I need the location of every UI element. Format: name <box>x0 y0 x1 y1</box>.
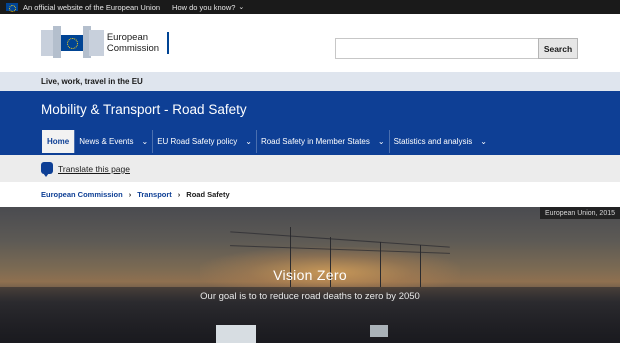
nav-item-home[interactable]: Home <box>42 130 75 153</box>
nav-item-statistics-analysis[interactable]: Statistics and analysis ⌄ <box>388 130 491 153</box>
nav-item-label: Statistics and analysis <box>393 137 473 146</box>
site-title-bar: Mobility & Transport - Road Safety Home … <box>0 91 620 155</box>
official-website-text: An official website of the European Unio… <box>23 2 161 12</box>
nav-item-label: Home <box>47 137 70 146</box>
nav-item-label: Road Safety in Member States <box>260 137 370 146</box>
chevron-down-icon: ⌄ <box>480 137 487 146</box>
logo-text: European Commission <box>107 32 159 54</box>
speech-bubble-icon <box>41 162 53 177</box>
how-do-you-know-label: How do you know? <box>172 2 236 12</box>
site-header: European Commission Search <box>0 14 620 72</box>
breadcrumb: European Commission › Transport › Road S… <box>0 182 620 207</box>
nav-item-eu-road-safety-policy[interactable]: EU Road Safety policy ⌄ <box>152 130 256 153</box>
translate-page-link[interactable]: Translate this page <box>58 164 130 174</box>
breadcrumb-transport[interactable]: Transport <box>137 190 172 199</box>
nav-item-road-safety-member-states[interactable]: Road Safety in Member States ⌄ <box>255 130 389 153</box>
logo-line-european: European <box>106 32 149 43</box>
nav-item-news-events[interactable]: News & Events ⌄ <box>74 130 152 153</box>
logo-divider <box>167 32 169 54</box>
nav-item-label: EU Road Safety policy <box>157 137 238 146</box>
chevron-down-icon: ⌄ <box>377 137 385 146</box>
hero-subtitle: Our goal is to to reduce road deaths to … <box>200 291 420 302</box>
chevron-right-icon: › <box>128 190 132 199</box>
hero-title: Vision Zero <box>273 267 347 283</box>
chevron-down-icon: ⌄ <box>238 4 245 11</box>
search-button[interactable]: Search <box>538 38 578 59</box>
european-commission-logo[interactable]: European Commission <box>41 26 169 60</box>
how-do-you-know-toggle[interactable]: How do you know? ⌄ <box>172 3 244 12</box>
chevron-down-icon: ⌄ <box>141 137 149 146</box>
nav-item-label: News & Events <box>79 137 134 146</box>
breadcrumb-road-safety: Road Safety <box>186 190 230 199</box>
site-title[interactable]: Mobility & Transport - Road Safety <box>41 102 247 117</box>
breadcrumb-european-commission[interactable]: European Commission <box>41 190 123 199</box>
image-credit: European Union, 2015 <box>539 207 620 219</box>
main-navigation: Home News & Events ⌄ EU Road Safety poli… <box>42 130 491 153</box>
tagline: Live, work, travel in the EU <box>0 72 620 91</box>
hero-banner: European Union, 2015 Vision Zero Our goa… <box>0 207 620 343</box>
commission-building-icon <box>41 26 104 60</box>
eu-flag-icon <box>6 3 18 12</box>
chevron-right-icon: › <box>177 190 181 199</box>
chevron-down-icon: ⌄ <box>245 137 252 146</box>
translate-bar: Translate this page <box>0 155 620 182</box>
official-eu-bar: An official website of the European Unio… <box>0 0 620 14</box>
logo-line-commission: Commission <box>106 43 160 54</box>
search-input[interactable] <box>335 38 539 59</box>
